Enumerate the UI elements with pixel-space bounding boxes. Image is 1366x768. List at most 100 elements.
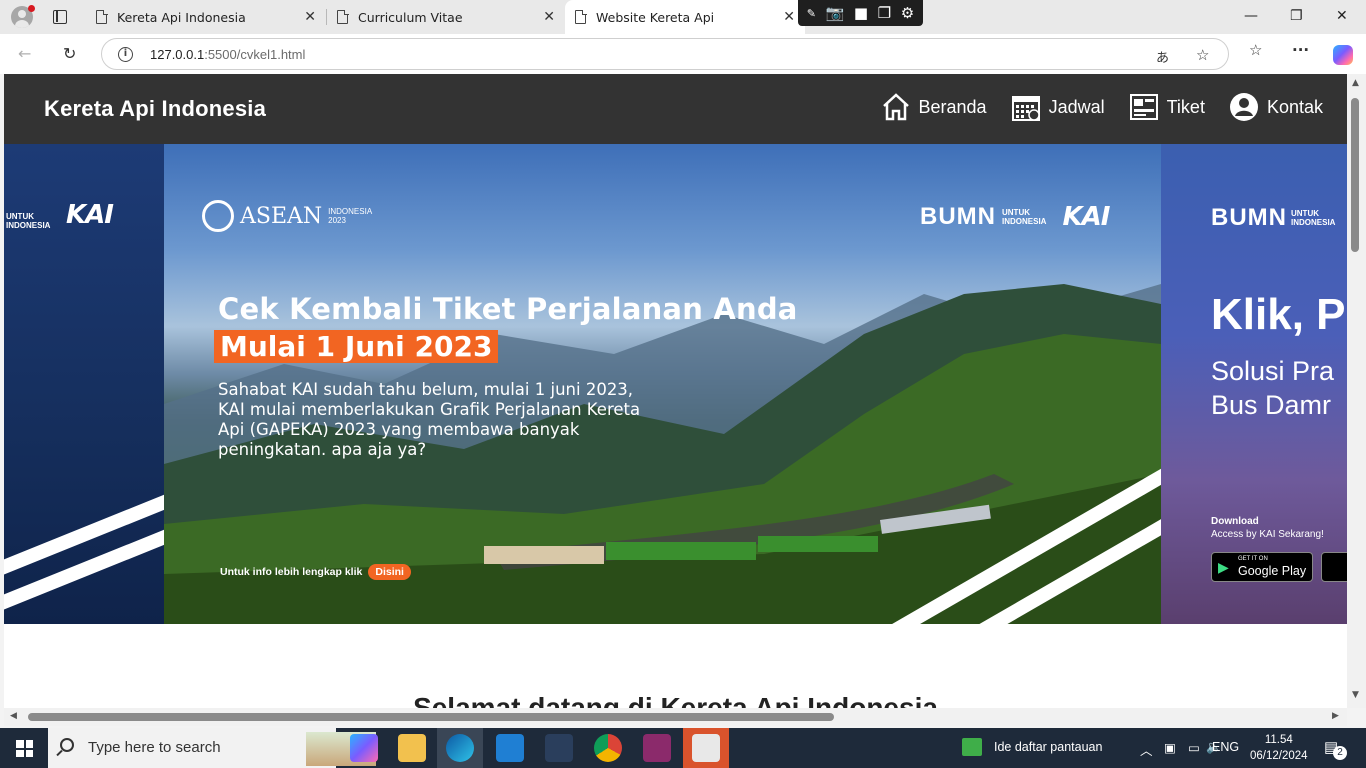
bumn-text: BUMN	[920, 203, 996, 230]
scrollbar-thumb[interactable]	[28, 713, 834, 721]
tab-title: Website Kereta Api	[596, 9, 715, 25]
kai-logo: KAI	[1062, 202, 1110, 232]
asean-emblem-icon	[202, 200, 234, 232]
banner-date-tag: Mulai 1 Juni 2023	[214, 330, 499, 363]
close-window-icon[interactable]: ✕	[1336, 8, 1348, 24]
tab-curriculum-vitae[interactable]: Curriculum Vitae ✕	[327, 0, 565, 34]
battery-icon[interactable]: ▭	[1188, 740, 1200, 755]
scroll-right-icon[interactable]: ▶	[1332, 711, 1339, 721]
winrar-icon[interactable]	[643, 734, 671, 762]
disini-button[interactable]: Disini	[368, 564, 411, 580]
pen-icon[interactable]: ✎	[807, 7, 816, 20]
bumn-text: BUMN	[1211, 204, 1287, 231]
capture-toolbar: ✎ 📷 ■ ❐ ⚙	[798, 0, 923, 26]
bumn-sub-text: UNTUK INDONESIA	[1291, 209, 1336, 227]
refresh-icon[interactable]: ↻	[63, 44, 76, 63]
recorder-app-icon[interactable]	[692, 734, 720, 762]
camera-icon[interactable]: 📷	[826, 4, 845, 22]
taskbar-clock[interactable]: 11.54 06/12/2024	[1250, 732, 1308, 764]
store-small-text: GET IT ON	[1238, 556, 1268, 562]
notification-dot	[28, 5, 35, 12]
scrollbar-thumb[interactable]	[1351, 98, 1359, 252]
url-text: 127.0.0.1:5500/cvkel1.html	[150, 47, 306, 62]
welcome-heading: Selamat datang di Kereta Api Indonesia	[413, 692, 938, 708]
page-icon	[575, 9, 587, 24]
close-tab-icon[interactable]: ✕	[543, 9, 555, 25]
nav-kontak[interactable]: Kontak	[1229, 92, 1323, 122]
window-icon[interactable]: ❐	[878, 4, 891, 22]
ticket-icon	[1129, 92, 1159, 122]
notification-count-badge: 2	[1333, 746, 1347, 760]
language-indicator[interactable]: ENG	[1212, 740, 1239, 754]
more-options-icon[interactable]: ···	[1292, 41, 1309, 59]
nav-label: Tiket	[1166, 96, 1205, 117]
download-label: Download	[1211, 516, 1259, 527]
banner-slide-previous: UNTUK INDONESIA KAI	[4, 144, 164, 624]
url-field[interactable]: i 127.0.0.1:5500/cvkel1.html あ ☆	[101, 38, 1229, 70]
asean-text: ASEAN	[240, 203, 323, 229]
clock-time: 11.54	[1264, 734, 1293, 746]
tab-title: Curriculum Vitae	[358, 9, 463, 25]
scroll-down-icon[interactable]: ▼	[1352, 690, 1359, 700]
nav-label: Jadwal	[1048, 96, 1105, 117]
copilot-icon[interactable]	[1333, 45, 1353, 65]
copilot-app-icon[interactable]	[350, 734, 378, 762]
edge-browser-icon[interactable]	[446, 734, 474, 762]
video-icon[interactable]: ■	[854, 4, 868, 22]
minimize-icon[interactable]: —	[1244, 8, 1258, 24]
settings-icon[interactable]: ⚙	[901, 4, 914, 22]
meet-now-icon[interactable]: ▣	[1164, 740, 1176, 755]
tab-kereta-api-indonesia[interactable]: Kereta Api Indonesia ✕	[86, 0, 326, 34]
read-aloud-icon[interactable]: あ	[1156, 47, 1169, 66]
close-tab-icon[interactable]: ✕	[783, 9, 795, 25]
favorites-icon[interactable]: ☆	[1249, 41, 1262, 59]
google-play-badge[interactable]: ▶ GET IT ON Google Play	[1211, 552, 1313, 582]
site-info-icon[interactable]: i	[118, 47, 133, 62]
favorite-star-icon[interactable]: ☆	[1196, 46, 1209, 64]
app-store-badge[interactable]	[1321, 552, 1347, 582]
banner-headline: Cek Kembali Tiket Perjalanan Anda	[218, 292, 798, 326]
banner-slide-next: BUMN UNTUK INDONESIA Klik, P Solusi Pra …	[1161, 144, 1347, 624]
page-icon	[337, 9, 349, 24]
dev-cpp-icon[interactable]	[545, 734, 573, 762]
horizontal-scrollbar[interactable]: ◀ ▶	[4, 708, 1347, 726]
play-icon: ▶	[1218, 560, 1229, 576]
banner-carousel[interactable]: UNTUK INDONESIA KAI ASEAN INDONESIA 2023	[4, 144, 1347, 624]
tab-title: Kereta Api Indonesia	[117, 9, 246, 25]
scroll-left-icon[interactable]: ◀	[10, 711, 17, 721]
vscode-icon[interactable]	[496, 734, 524, 762]
back-arrow-icon[interactable]: ←	[18, 44, 31, 63]
chrome-icon[interactable]	[594, 734, 622, 762]
banner-info: Untuk info lebih lengkap klik Disini	[220, 564, 411, 580]
nav-jadwal[interactable]: Jadwal	[1011, 92, 1105, 122]
clock-date: 06/12/2024	[1250, 750, 1308, 762]
asean-logo: ASEAN INDONESIA 2023	[202, 200, 372, 232]
nav-beranda[interactable]: Beranda	[881, 92, 987, 122]
restore-icon[interactable]: ❐	[1290, 8, 1303, 24]
nav-label: Kontak	[1266, 96, 1323, 117]
vertical-scrollbar[interactable]: ▲ ▼	[1347, 74, 1366, 708]
watchlist-notification[interactable]: Ide daftar pantauan	[994, 740, 1102, 754]
tab-actions-icon[interactable]	[53, 10, 67, 24]
next-slide-sub: Solusi Pra	[1211, 356, 1335, 386]
banner-paragraph: Sahabat KAI sudah tahu belum, mulai 1 ju…	[218, 380, 641, 459]
search-icon	[60, 738, 74, 752]
close-tab-icon[interactable]: ✕	[304, 9, 316, 25]
file-explorer-icon[interactable]	[398, 734, 426, 762]
nav-tiket[interactable]: Tiket	[1129, 92, 1205, 122]
home-icon	[881, 92, 911, 122]
scroll-up-icon[interactable]: ▲	[1352, 78, 1359, 88]
main-nav: Beranda Jadwal Tiket Kontak	[881, 92, 1323, 122]
stock-watchlist-icon[interactable]	[962, 738, 982, 756]
bumn-logo: BUMN UNTUK INDONESIA	[1211, 204, 1335, 232]
show-hidden-icons-icon[interactable]: ︿	[1140, 740, 1153, 759]
search-placeholder: Type here to search	[88, 739, 221, 756]
next-slide-headline: Klik, P	[1211, 290, 1346, 339]
nav-label: Beranda	[918, 96, 987, 117]
start-menu-icon[interactable]	[16, 740, 33, 757]
site-header: Kereta Api Indonesia Beranda Jadwal Tike…	[4, 74, 1347, 144]
taskbar-search-box[interactable]: Type here to search	[48, 728, 376, 768]
page-icon	[96, 9, 108, 24]
next-slide-sub: Bus Damr	[1211, 390, 1332, 420]
tab-website-kereta-api[interactable]: Website Kereta Api ✕	[565, 0, 805, 34]
